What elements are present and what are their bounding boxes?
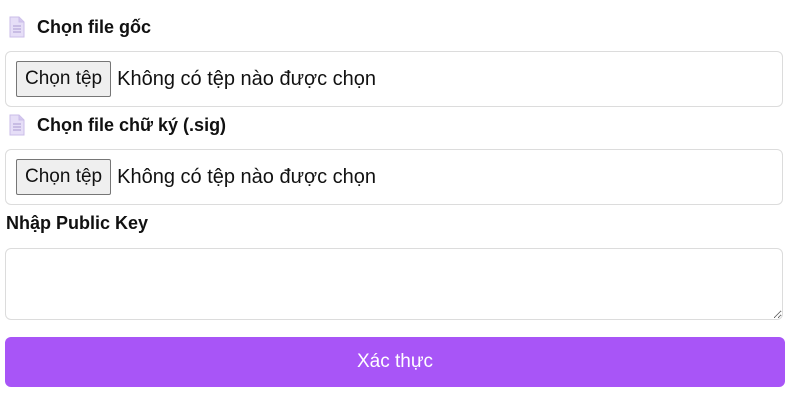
signature-file-label: Chọn file chữ ký (.sig) xyxy=(6,114,226,136)
original-file-input: Chọn tệp Không có tệp nào được chọn xyxy=(5,51,783,107)
original-file-label: Chọn file gốc xyxy=(6,16,151,38)
signature-file-status: Không có tệp nào được chọn xyxy=(117,165,377,188)
verify-button[interactable]: Xác thực xyxy=(5,337,785,387)
choose-original-file-button[interactable]: Chọn tệp xyxy=(16,61,112,97)
public-key-label: Nhập Public Key xyxy=(6,213,148,234)
document-icon xyxy=(6,114,28,136)
public-key-textarea[interactable] xyxy=(5,248,783,320)
choose-signature-file-button[interactable]: Chọn tệp xyxy=(16,159,112,195)
public-key-label-text: Nhập Public Key xyxy=(6,213,149,233)
original-file-status: Không có tệp nào được chọn xyxy=(117,67,377,90)
signature-file-input: Chọn tệp Không có tệp nào được chọn xyxy=(5,149,783,205)
document-icon xyxy=(6,16,28,38)
verify-signature-form: Chọn file gốc Chọn tệp Không có tệp nào … xyxy=(0,0,790,405)
signature-file-label-text: Chọn file chữ ký (.sig) xyxy=(37,114,227,135)
original-file-label-text: Chọn file gốc xyxy=(37,16,151,37)
